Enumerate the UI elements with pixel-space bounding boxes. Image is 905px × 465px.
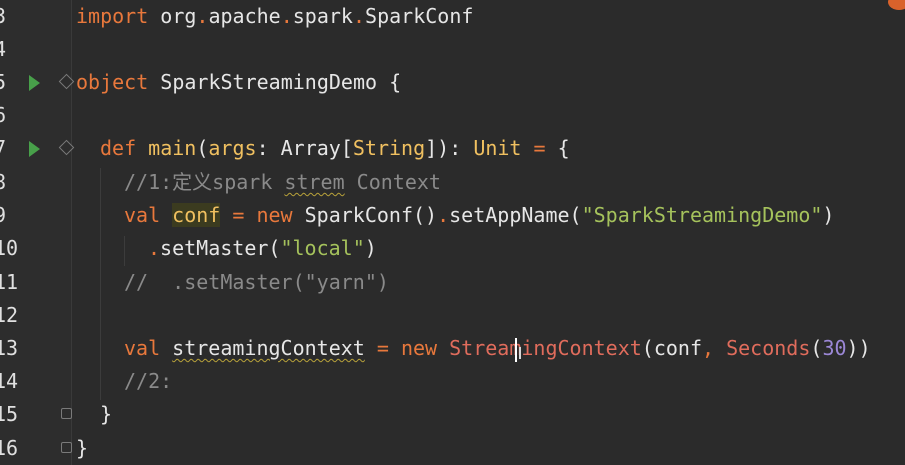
code-token: def [100,136,149,160]
code-token: = [220,203,257,227]
code-text: val streamingContext = new StreamingCont… [124,332,871,365]
code-token: . [437,203,450,227]
code-text: val conf = new SparkConf().setAppName("S… [124,199,834,232]
line-number: 11 [0,270,19,294]
code-line[interactable]: 13 val streamingContext = new StreamingC… [0,332,905,365]
run-icon[interactable] [29,141,40,157]
code-token: new [256,203,305,227]
code-token: ]): [425,136,474,160]
code-line[interactable]: 6 [0,99,905,132]
code-token: StreamingContext [449,336,642,360]
code-token: streamingContext [172,336,365,360]
code-text: } [100,398,112,431]
code-token: ( [196,136,209,160]
code-line[interactable]: 8 //1:定义spark strem Context [0,166,905,199]
code-token: ) [822,203,835,227]
fold-icon[interactable] [58,73,75,90]
line-number: 10 [0,236,19,260]
code-line[interactable]: 11 // .setMaster("yarn") [0,266,905,299]
code-token: args [208,136,257,160]
line-number: 4 [0,37,7,61]
code-text: //1:定义spark strem Context [124,166,441,199]
code-line[interactable]: 4 [0,33,905,66]
code-token: = [521,136,558,160]
line-number: 13 [0,336,19,360]
code-token: . [196,4,209,28]
code-line[interactable]: 10 .setMaster("local") [0,232,905,265]
code-token: { [557,136,570,160]
code-token: val [124,336,173,360]
code-token: SparkConf() [304,203,438,227]
code-editor[interactable]: 3 import org.apache.spark.SparkConf 4 5 … [0,0,905,465]
code-token: apache [208,4,281,28]
code-token: : Array[ [256,136,353,160]
code-token: (conf [641,336,702,360]
code-token: setAppName( [449,203,582,227]
code-token: val [124,203,173,227]
code-token: Seconds [726,336,811,360]
mouse-ibeam-icon [519,347,521,359]
code-token: conf [172,203,221,227]
text-cursor [515,338,517,362]
code-token: main [148,136,197,160]
run-icon[interactable] [29,75,40,91]
code-token: } [100,402,113,426]
code-token: } [76,436,89,460]
code-text: } [76,432,88,465]
code-text: //2: [124,365,172,398]
code-token: strem [284,170,345,194]
line-number: 6 [0,103,7,127]
code-line[interactable]: 12 [0,299,905,332]
code-token: Context [344,170,441,194]
fold-icon[interactable] [58,139,75,156]
code-token: // .setMaster("yarn") [124,270,389,294]
line-number: 14 [0,369,19,393]
code-line[interactable]: 7 def main(args: Array[String]): Unit = … [0,132,905,165]
code-token: ( [810,336,823,360]
code-token: object [76,70,161,94]
code-text: def main(args: Array[String]): Unit = { [100,132,570,165]
line-number: 12 [0,303,19,327]
code-token: )) [846,336,871,360]
code-token: "SparkStreamingDemo" [581,203,823,227]
code-text: object SparkStreamingDemo { [76,66,401,99]
code-token: //2: [124,369,173,393]
code-token: spark [292,4,353,28]
code-text: import org.apache.spark.SparkConf [76,0,473,33]
line-number: 8 [0,170,7,194]
code-text: .setMaster("local") [148,232,377,265]
code-line[interactable]: 16 } [0,432,905,465]
line-number: 16 [0,436,19,460]
code-line[interactable]: 9 val conf = new SparkConf().setAppName(… [0,199,905,232]
code-token: = [364,336,401,360]
code-token: . [148,236,161,260]
code-token: //1:定义spark [124,170,285,194]
code-token: setMaster( [160,236,281,260]
line-number: 3 [0,4,7,28]
code-token: String [352,136,426,160]
code-line[interactable]: 3 import org.apache.spark.SparkConf [0,0,905,33]
code-token: 30 [822,336,847,360]
code-token: import [76,4,161,28]
code-text: // .setMaster("yarn") [124,266,389,299]
fold-icon[interactable] [61,442,72,453]
code-token: Unit [473,136,522,160]
code-token: . [280,4,293,28]
code-token: SparkStreamingDemo { [160,70,402,94]
code-token: SparkConf [365,4,474,28]
code-token: ) [364,236,377,260]
code-line[interactable]: 15 } [0,398,905,431]
line-number: 9 [0,203,7,227]
code-token: org [160,4,197,28]
fold-icon[interactable] [61,408,72,419]
line-number: 7 [0,136,7,160]
line-number: 5 [0,70,7,94]
code-token: "local" [280,236,365,260]
code-token: new [400,336,450,360]
line-number: 15 [0,402,19,426]
code-line[interactable]: 14 //2: [0,365,905,398]
code-token: , [702,336,727,360]
code-line[interactable]: 5 object SparkStreamingDemo { [0,66,905,99]
code-token: . [352,4,366,28]
